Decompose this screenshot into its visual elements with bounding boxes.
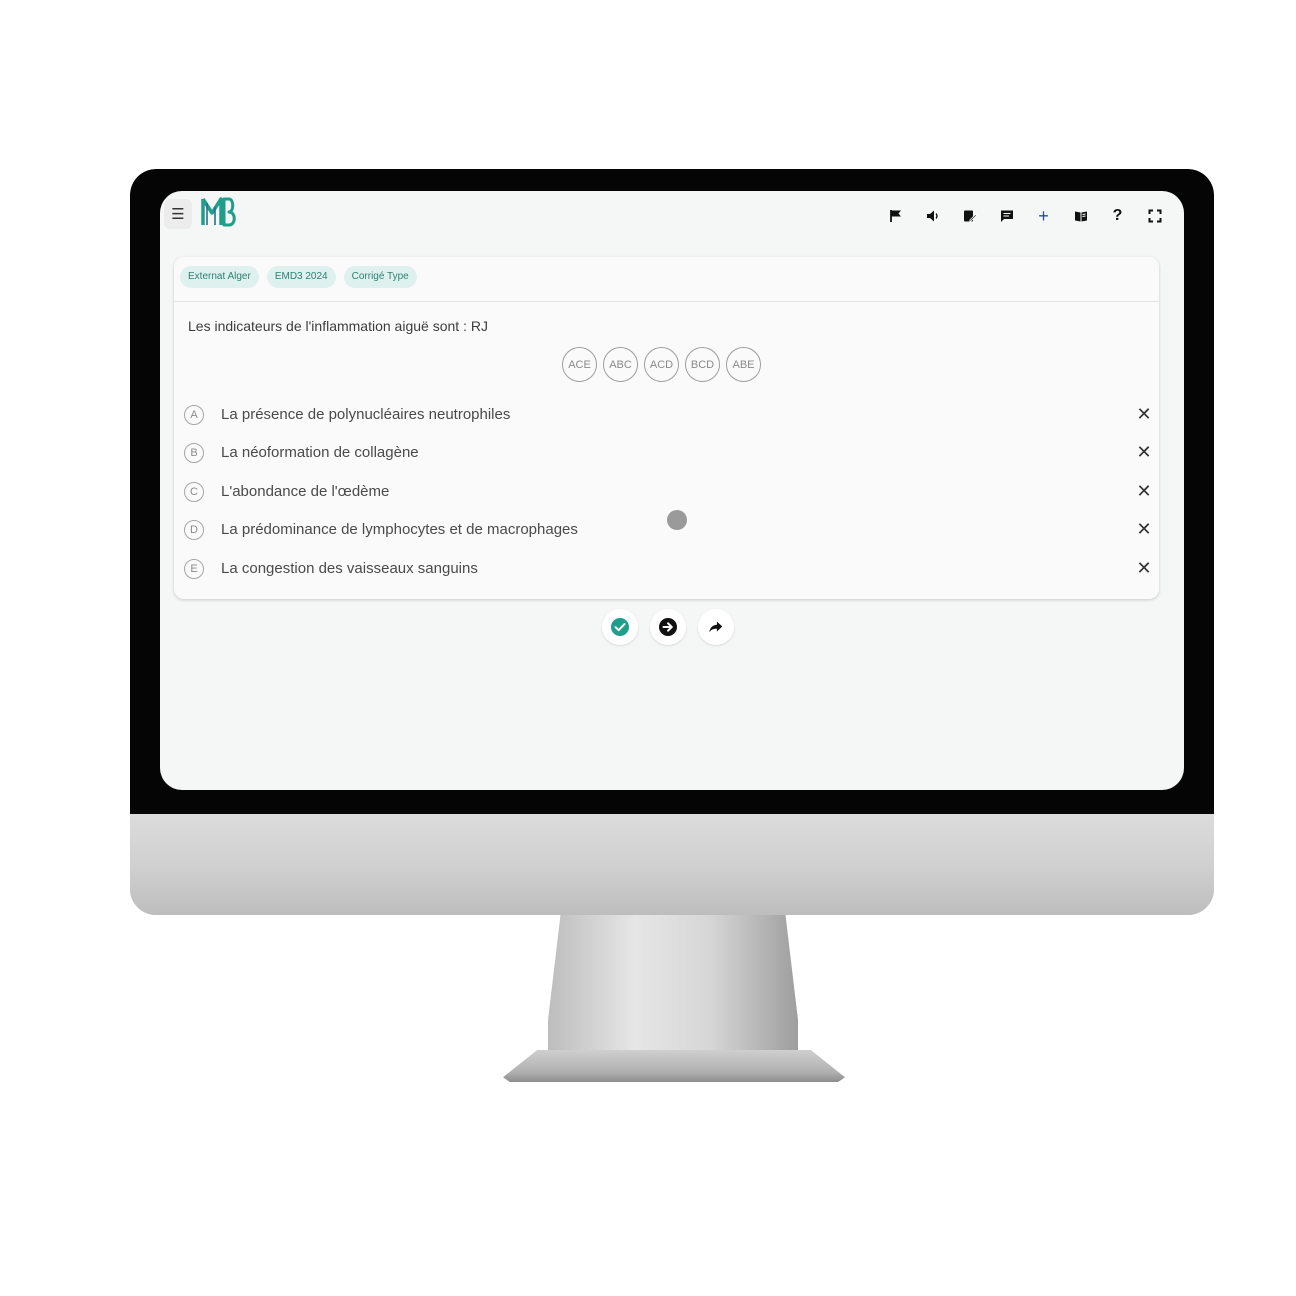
pointer-cursor bbox=[667, 510, 687, 530]
option-text: La prédominance de lymphocytes et de mac… bbox=[221, 521, 578, 538]
tag-exam[interactable]: EMD3 2024 bbox=[266, 266, 336, 288]
option-letter: A bbox=[184, 405, 204, 425]
top-bar: ☰ + ? bbox=[160, 191, 1184, 243]
option-letter: C bbox=[184, 482, 204, 502]
suggestion-abe[interactable]: ABE bbox=[726, 347, 761, 382]
course-button[interactable] bbox=[1069, 205, 1092, 228]
question-card: Externat Alger EMD3 2024 Corrigé Type Le… bbox=[174, 257, 1159, 599]
comment-button[interactable] bbox=[995, 205, 1018, 228]
monitor-chin bbox=[130, 814, 1214, 915]
volume-icon bbox=[926, 210, 938, 222]
action-bar bbox=[602, 609, 734, 645]
help-button[interactable]: ? bbox=[1106, 205, 1129, 228]
logo-mark bbox=[201, 197, 236, 227]
option-letter: E bbox=[184, 559, 204, 579]
option-c[interactable]: C L'abondance de l'œdème ✕ bbox=[174, 476, 1159, 510]
divider bbox=[174, 301, 1159, 302]
book-icon bbox=[1074, 211, 1087, 222]
suggestion-ace[interactable]: ACE bbox=[562, 347, 597, 382]
add-button[interactable]: + bbox=[1032, 205, 1055, 228]
flag-button[interactable] bbox=[884, 205, 907, 228]
help-icon: ? bbox=[1112, 207, 1123, 224]
option-b[interactable]: B La néoformation de collagène ✕ bbox=[174, 437, 1159, 471]
fullscreen-button[interactable] bbox=[1143, 205, 1166, 228]
option-text: La congestion des vaisseaux sanguins bbox=[221, 560, 478, 577]
arrow-right-circle-icon bbox=[659, 618, 677, 636]
eliminate-option-button[interactable]: ✕ bbox=[1131, 478, 1157, 504]
option-e[interactable]: E La congestion des vaisseaux sanguins ✕ bbox=[174, 553, 1159, 587]
option-text: La présence de polynucléaires neutrophil… bbox=[221, 406, 511, 423]
tag-source[interactable]: Externat Alger bbox=[180, 266, 259, 288]
eliminate-option-button[interactable]: ✕ bbox=[1131, 555, 1157, 581]
edit-note-icon bbox=[963, 210, 977, 222]
question-text: Les indicateurs de l'inflammation aiguë … bbox=[188, 318, 488, 334]
check-circle-icon bbox=[611, 618, 629, 636]
option-text: La néoformation de collagène bbox=[221, 444, 419, 461]
share-button[interactable] bbox=[698, 609, 734, 645]
next-button[interactable] bbox=[650, 609, 686, 645]
option-letter: D bbox=[184, 520, 204, 540]
suggestion-acd[interactable]: ACD bbox=[644, 347, 679, 382]
validate-button[interactable] bbox=[602, 609, 638, 645]
flag-icon bbox=[889, 210, 901, 222]
suggestion-bcd[interactable]: BCD bbox=[685, 347, 720, 382]
eliminate-option-button[interactable]: ✕ bbox=[1131, 439, 1157, 465]
option-letter: B bbox=[184, 443, 204, 463]
audio-button[interactable] bbox=[921, 205, 944, 228]
eliminate-option-button[interactable]: ✕ bbox=[1131, 516, 1157, 542]
option-text: L'abondance de l'œdème bbox=[221, 483, 390, 500]
app-logo[interactable] bbox=[200, 195, 238, 229]
fullscreen-icon bbox=[1148, 209, 1161, 223]
answer-suggestions: ACE ABC ACD BCD ABE bbox=[562, 347, 761, 382]
share-icon bbox=[709, 621, 723, 633]
toolbar: + ? bbox=[884, 203, 1166, 229]
menu-icon: ☰ bbox=[171, 206, 185, 223]
edit-note-button[interactable] bbox=[958, 205, 981, 228]
suggestion-abc[interactable]: ABC bbox=[603, 347, 638, 382]
menu-button[interactable]: ☰ bbox=[164, 199, 192, 229]
add-icon: + bbox=[1038, 205, 1049, 226]
eliminate-option-button[interactable]: ✕ bbox=[1131, 401, 1157, 427]
tag-list: Externat Alger EMD3 2024 Corrigé Type bbox=[180, 266, 417, 288]
option-a[interactable]: A La présence de polynucléaires neutroph… bbox=[174, 399, 1159, 433]
tag-correction[interactable]: Corrigé Type bbox=[343, 266, 417, 288]
app-screen: ☰ + ? Externat Alger EMD3 2024 Corrigé T… bbox=[160, 191, 1184, 790]
monitor-stand bbox=[548, 915, 798, 1065]
comment-icon bbox=[1000, 210, 1013, 222]
monitor-stand-base bbox=[503, 1050, 845, 1082]
